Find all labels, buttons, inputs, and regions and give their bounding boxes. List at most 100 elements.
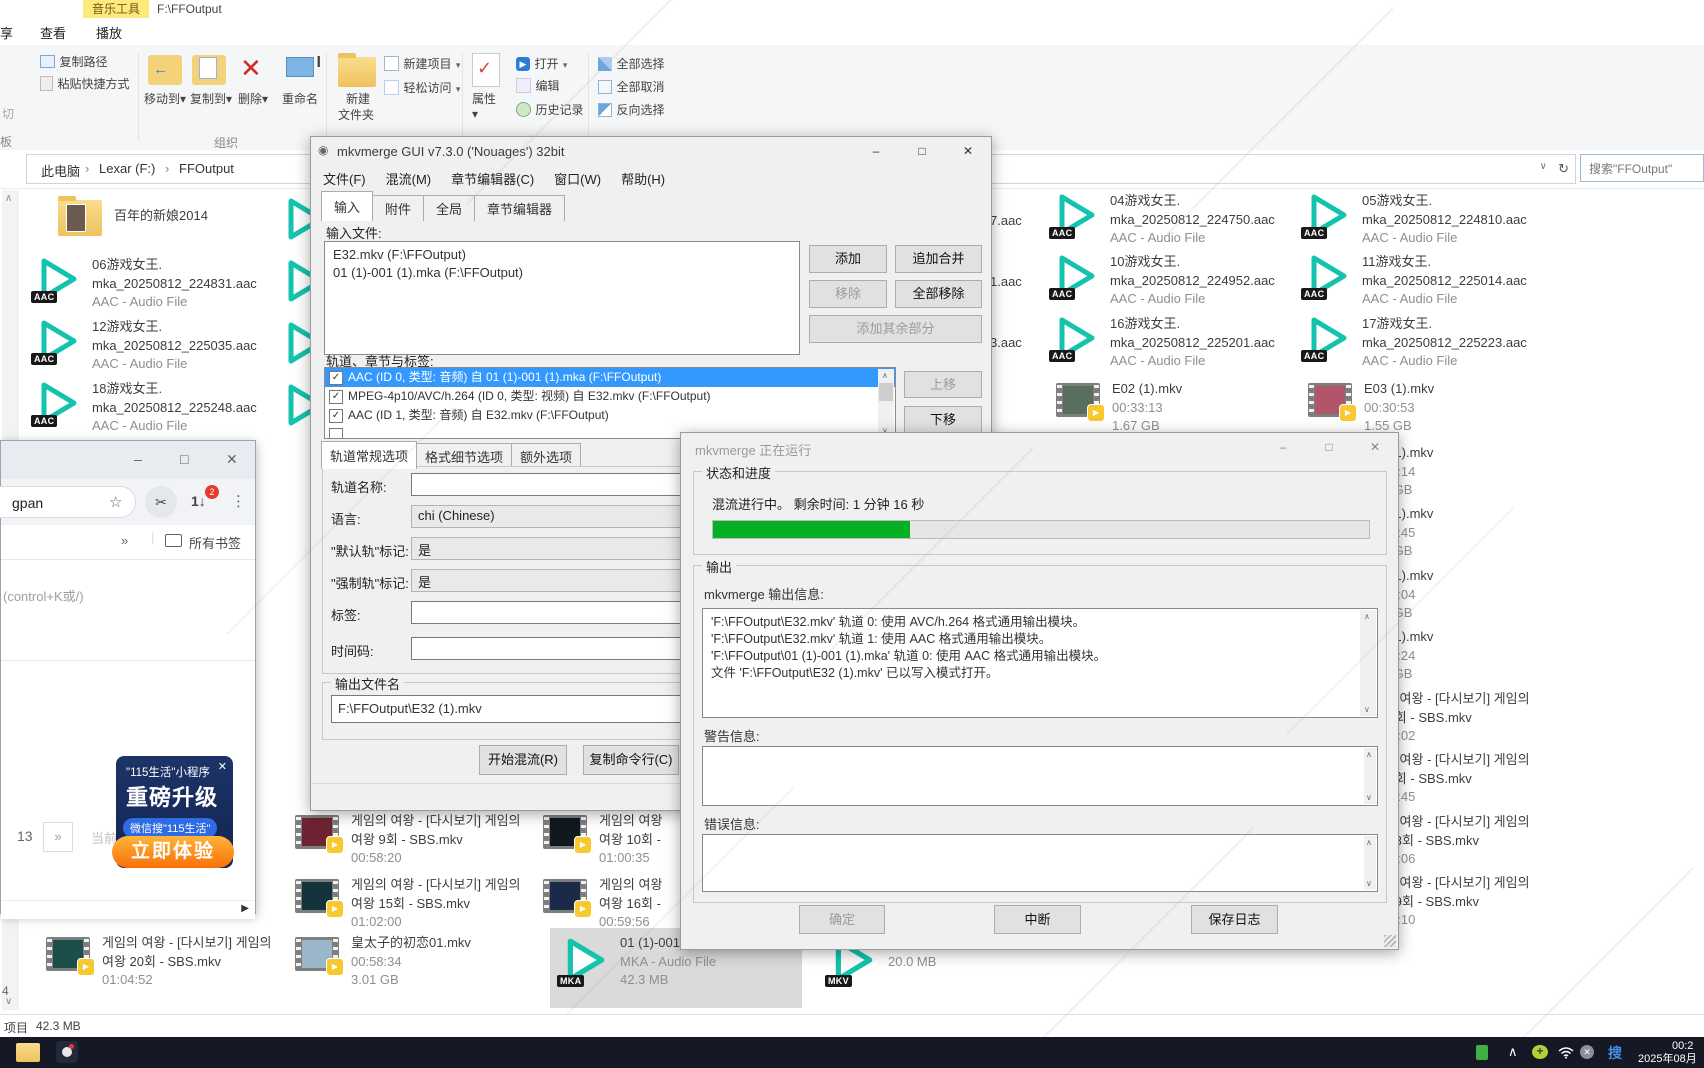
track-row[interactable]: ✓MPEG-4p10/AVC/h.264 (ID 0, 类型: 视频) 自 E3… (325, 387, 895, 406)
promo-close-icon[interactable]: ✕ (218, 760, 227, 773)
move-to-button[interactable]: 移动到▾ (144, 90, 186, 107)
tray-usb-icon[interactable] (1476, 1045, 1488, 1060)
select-all-button[interactable]: 全部选择 (598, 55, 664, 73)
file-item[interactable]: ▶ E03 (1).mkv00:30:531.55 GB (1308, 380, 1434, 436)
easy-access-button[interactable]: 轻松访问 ▾ (384, 79, 460, 97)
file-item[interactable]: ▶ 게임의 여왕 - [다시보기] 게임의여왕 15회 - SBS.mkv01:… (295, 876, 521, 932)
file-item[interactable]: ▶ E02 (1).mkv00:33:131.67 GB (1056, 380, 1182, 436)
breadcrumb-computer[interactable]: 此电脑 (41, 161, 80, 180)
menu-window[interactable]: 窗口(W) (554, 169, 601, 188)
tray-health-icon[interactable]: + (1532, 1045, 1548, 1059)
file-item[interactable]: AAC 06游戏女王.mka_20250812_224831.aacAAC - … (36, 256, 257, 312)
tab-global[interactable]: 全局 (423, 195, 475, 221)
maximize-icon[interactable]: □ (1306, 433, 1352, 461)
output-messages[interactable]: 'F:\FFOutput\E32.mkv' 轨道 0: 使用 AVC/h.264… (702, 608, 1378, 718)
track-row[interactable]: ✓AAC (ID 1, 类型: 音频) 自 E32.mkv (F:\FFOutp… (325, 406, 895, 425)
track-up-button[interactable]: 上移 (904, 371, 982, 398)
file-item[interactable]: ▶ 皇太子的初恋01.mkv00:58:343.01 GB (295, 934, 471, 990)
tracks-list[interactable]: ✓AAC (ID 0, 类型: 音频) 自 01 (1)-001 (1).mka… (324, 367, 896, 439)
close-icon[interactable]: ✕ (1352, 433, 1398, 461)
tab-track-general[interactable]: 轨道常规选项 (321, 441, 417, 469)
minimize-icon[interactable]: – (1260, 433, 1306, 461)
new-folder-button[interactable]: 新建 (346, 90, 370, 107)
history-button[interactable]: 历史记录 (516, 101, 583, 119)
file-item[interactable]: AAC 11游戏女王.mka_20250812_225014.aacAAC - … (1306, 253, 1527, 309)
add-button[interactable]: 添加 (809, 245, 887, 273)
bookmarks-overflow-icon[interactable]: » (121, 533, 128, 548)
tab-attachments[interactable]: 附件 (372, 195, 424, 221)
file-item[interactable]: ▶ 게임의 여왕 - [다시보기] 게임의여왕 20회 - SBS.mkv01:… (46, 934, 272, 990)
file-item[interactable]: AAC 16游戏女王.mka_20250812_225201.aacAAC - … (1054, 315, 1275, 371)
maximize-icon[interactable]: □ (180, 451, 188, 467)
add-parts-button[interactable]: 添加其余部分 (809, 315, 982, 343)
maximize-icon[interactable]: □ (899, 137, 945, 165)
remove-button[interactable]: 移除 (809, 280, 887, 308)
remove-all-button[interactable]: 全部移除 (895, 280, 982, 308)
tab-chapter-editor[interactable]: 章节编辑器 (474, 195, 565, 221)
bookmark-star-icon[interactable]: ☆ (109, 493, 122, 511)
append-button[interactable]: 追加合并 (895, 245, 982, 273)
tray-x-icon[interactable]: ✕ (1580, 1045, 1594, 1059)
all-bookmarks-label[interactable]: 所有书签 (189, 533, 241, 552)
warnings-scrollbar[interactable]: ∧ ∨ (1364, 748, 1376, 804)
errors-box[interactable]: ∧ ∨ (702, 834, 1378, 892)
tab-play[interactable]: 播放 (96, 23, 122, 42)
file-item[interactable]: ▶ 게임의 여왕여왕 10회 -01:00:35 (543, 812, 662, 868)
clip-tool-icon[interactable]: ✂ (145, 486, 177, 518)
file-item[interactable]: AAC 05游戏女王.mka_20250812_224810.aacAAC - … (1306, 192, 1527, 248)
select-none-button[interactable]: 全部取消 (598, 78, 664, 96)
track-row[interactable]: ✓AAC (ID 0, 类型: 音频) 自 01 (1)-001 (1).mka… (325, 368, 895, 387)
tab-input[interactable]: 输入 (321, 191, 373, 221)
track-down-button[interactable]: 下移 (904, 406, 982, 433)
file-item-folder[interactable]: 百年的新娘2014 (58, 196, 208, 236)
file-item[interactable]: AAC 18游戏女王.mka_20250812_225248.aacAAC - … (36, 380, 257, 436)
taskbar-media-icon[interactable] (56, 1041, 78, 1063)
tray-wifi-icon[interactable] (1558, 1047, 1574, 1062)
search-input[interactable]: 搜索"FFOutput" (1580, 154, 1704, 182)
breadcrumb-drive[interactable]: Lexar (F:) (99, 161, 155, 176)
ok-button[interactable]: 确定 (799, 905, 885, 934)
file-item[interactable]: ▶ 게임의 여왕여왕 16회 -00:59:56 (543, 876, 662, 932)
file-item[interactable]: AAC 17游戏女王.mka_20250812_225223.aacAAC - … (1306, 315, 1527, 371)
delete-button[interactable]: 删除▾ (238, 90, 268, 107)
file-item[interactable]: AAC 12游戏女王.mka_20250812_225035.aacAAC - … (36, 318, 257, 374)
menu-help[interactable]: 帮助(H) (621, 169, 665, 188)
tab-share-partial[interactable]: 享 (0, 23, 13, 42)
rename-button[interactable]: 重命名 (282, 90, 318, 107)
output-scrollbar[interactable]: ∧ ∨ (1360, 610, 1376, 716)
file-item[interactable]: AAC 10游戏女王.mka_20250812_224952.aacAAC - … (1054, 253, 1275, 309)
checkbox-icon[interactable]: ✓ (329, 371, 343, 385)
minimize-icon[interactable]: – (134, 451, 142, 467)
address-dropdown-icon[interactable]: ∨ (1540, 161, 1547, 172)
page-next-button[interactable]: » (43, 822, 73, 852)
scroll-up-icon[interactable]: ∧ (5, 193, 12, 204)
new-item-button[interactable]: 新建项目 ▾ (384, 55, 460, 73)
resize-grip[interactable] (1384, 935, 1396, 947)
file-item[interactable]: AAC 04游戏女王.mka_20250812_224750.aacAAC - … (1054, 192, 1275, 248)
edit-button[interactable]: 编辑 (516, 77, 559, 95)
tray-ime-icon[interactable]: 搜 (1608, 1043, 1622, 1063)
close-icon[interactable]: ✕ (226, 451, 238, 468)
file-item[interactable]: ▶ 게임의 여왕 - [다시보기] 게임의여왕 9회 - SBS.mkv00:5… (295, 812, 521, 868)
clock-time[interactable]: 00:2 (1672, 1040, 1693, 1053)
refresh-icon[interactable]: ↻ (1558, 161, 1569, 177)
errors-scrollbar[interactable]: ∧ ∨ (1364, 836, 1376, 890)
input-file-row[interactable]: E32.mkv (F:\FFOutput) (333, 246, 791, 264)
open-button[interactable]: ▶ 打开 ▾ (516, 55, 567, 73)
copy-cmdline-button[interactable]: 复制命令行(C) (583, 745, 679, 775)
tracks-scrollbar[interactable]: ∧ ∨ (878, 369, 894, 437)
warnings-box[interactable]: ∧ ∨ (702, 746, 1378, 806)
menu-dots-icon[interactable]: ⋮ (231, 492, 246, 510)
copy-to-button[interactable]: 复制到▾ (190, 90, 232, 107)
page-current[interactable]: 13 (17, 828, 33, 844)
abort-button[interactable]: 中断 (994, 905, 1081, 934)
copy-path-button[interactable]: 复制路径 (40, 53, 107, 71)
paste-shortcut-button[interactable]: 粘贴快捷方式 (40, 75, 129, 93)
taskbar-explorer-icon[interactable] (16, 1041, 40, 1062)
close-icon[interactable]: ✕ (945, 137, 991, 165)
tab-view[interactable]: 查看 (40, 23, 66, 42)
menu-muxing[interactable]: 混流(M) (386, 169, 432, 188)
menu-file[interactable]: 文件(F) (323, 169, 366, 188)
input-files-list[interactable]: E32.mkv (F:\FFOutput) 01 (1)-001 (1).mka… (324, 241, 800, 355)
properties-button[interactable]: 属性▾ (472, 90, 496, 121)
